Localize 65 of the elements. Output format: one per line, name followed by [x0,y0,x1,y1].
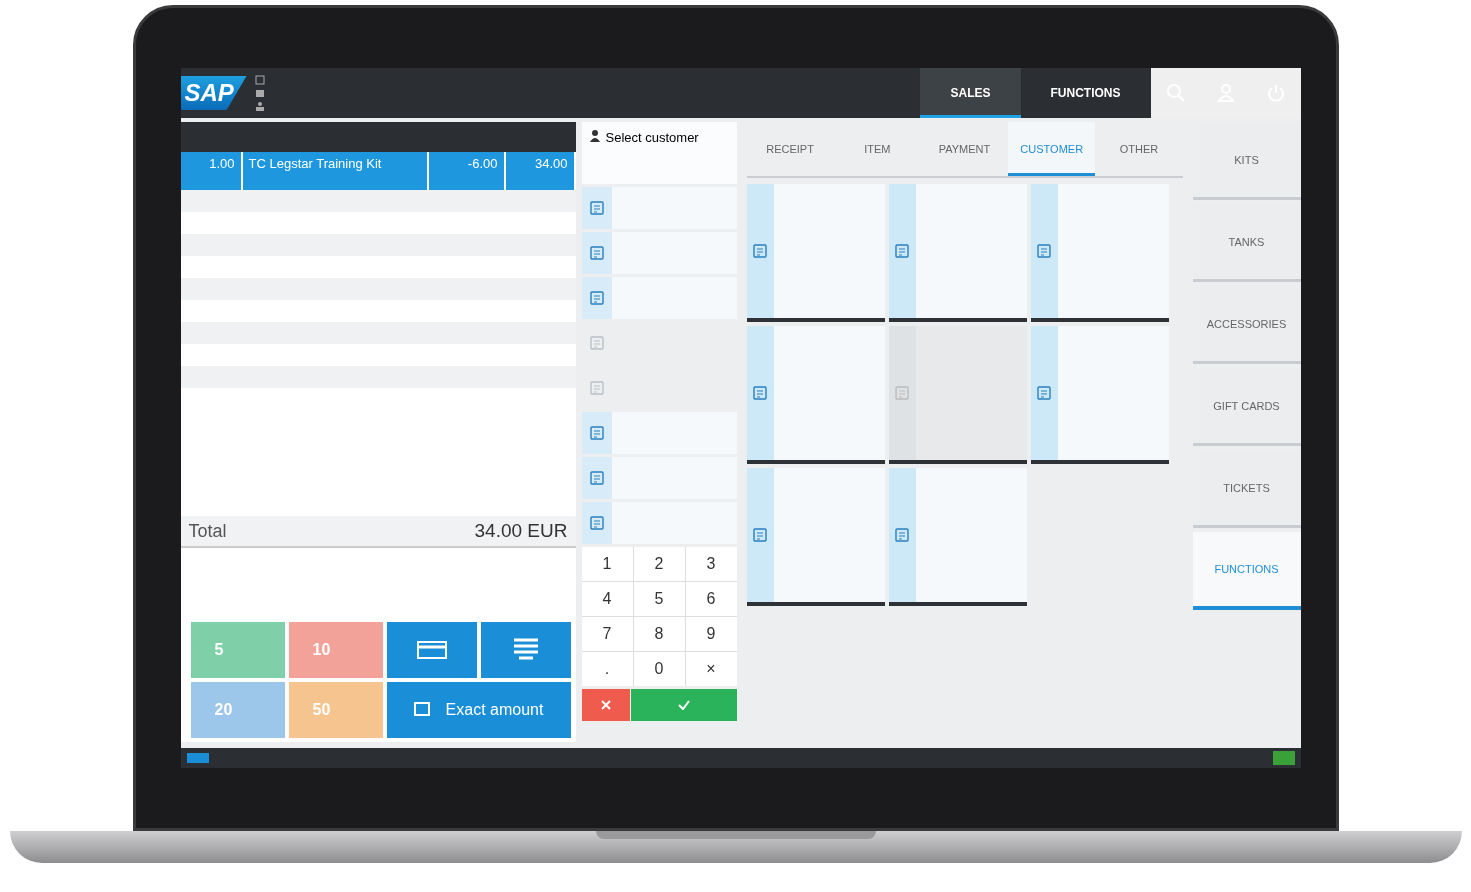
keypad-key[interactable]: × [685,652,737,686]
keypad-key[interactable]: 1 [581,547,633,581]
function-button[interactable] [581,187,737,229]
function-button[interactable] [581,502,737,544]
select-customer-button[interactable]: Select customer [581,122,737,184]
tab[interactable]: ITEM [833,122,921,176]
document-icon [894,527,910,543]
keypad-key[interactable]: 7 [581,617,633,651]
check-icon [677,700,690,710]
cross-icon [600,700,611,710]
function-tile[interactable] [746,468,885,606]
nav-tab[interactable]: FUNCTIONS [1020,68,1151,118]
total-value: 34.00 EUR [474,520,568,542]
keypad-key[interactable]: 0 [633,652,685,686]
document-icon [752,527,768,543]
keypad-key[interactable]: 3 [685,547,737,581]
exact-amount-button[interactable]: Exact amount [386,682,571,738]
function-button[interactable] [581,412,737,454]
payment-methods-button[interactable] [480,622,571,678]
document-icon [752,243,768,259]
document-icon [752,385,768,401]
keypad-key[interactable]: . [581,652,633,686]
keypad-key[interactable]: 5 [633,582,685,616]
tab[interactable]: OTHER [1095,122,1183,176]
function-tile[interactable] [1030,326,1169,464]
function-button[interactable] [581,457,737,499]
document-icon [588,515,605,531]
document-icon [588,335,605,351]
total-label: Total [188,521,227,542]
tab[interactable]: CUSTOMER [1008,122,1096,176]
logo: SAP [180,76,247,110]
keypad-key[interactable]: 8 [633,617,685,651]
card-icon [416,640,447,660]
document-icon [1036,385,1052,401]
receipt-row[interactable]: 1.00 TC Legstar Training Kit -6.00 34.00 [180,152,576,190]
function-tile[interactable] [746,184,885,322]
user-icon [254,101,265,111]
function-button[interactable] [581,232,737,274]
cancel-button[interactable] [581,689,630,721]
document-icon [1036,243,1052,259]
nav-tab[interactable]: SALES [920,68,1021,118]
function-tile[interactable] [746,326,885,464]
status-indicator-icon [1272,751,1295,765]
card-payment-button[interactable] [386,622,477,678]
document-icon [588,380,605,396]
keypad-key[interactable]: 2 [633,547,685,581]
keypad-key[interactable]: 4 [581,582,633,616]
document-icon [588,245,605,261]
function-tile[interactable] [888,184,1027,322]
function-tile[interactable] [888,468,1027,606]
document-icon [588,290,605,306]
confirm-button[interactable] [630,689,737,721]
document-icon [894,243,910,259]
function-tile[interactable] [1030,184,1169,322]
document-icon [588,425,605,441]
person-icon [589,130,600,142]
document-icon [588,470,605,486]
tab[interactable]: RECEIPT [746,122,834,176]
tab[interactable]: PAYMENT [920,122,1009,176]
category-button[interactable]: FUNCTIONS [1192,532,1301,610]
keypad-key[interactable]: 6 [685,582,737,616]
keypad-key[interactable]: 9 [685,617,737,651]
document-icon [588,200,605,216]
function-button[interactable] [581,277,737,319]
document-icon [894,385,910,401]
